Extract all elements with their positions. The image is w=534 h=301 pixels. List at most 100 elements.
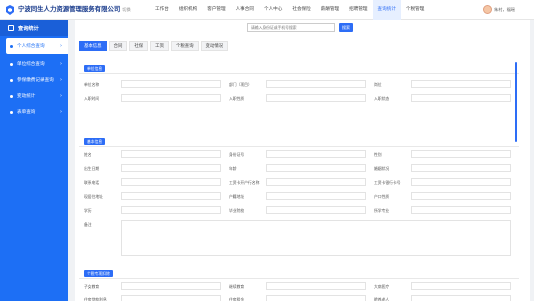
chevron-right-icon: › [60, 109, 62, 115]
field-value[interactable] [121, 282, 221, 290]
sidebar-item-label: 变动统计 [17, 94, 36, 99]
tab[interactable]: 基本信息 [79, 41, 107, 51]
sidebar-title: 查询统计 [18, 25, 39, 32]
query-icon [8, 25, 14, 31]
nav-item[interactable]: 个税管理 [401, 0, 429, 20]
field-label: 岗位 [374, 82, 382, 87]
tab[interactable]: 个税查询 [170, 41, 199, 51]
chevron-right-icon: › [60, 61, 62, 67]
bullet-icon [10, 94, 13, 98]
field-value[interactable] [266, 94, 366, 102]
field-label: 工资卡开户行名称 [229, 180, 260, 185]
notes-textarea[interactable] [121, 220, 511, 256]
chevron-right-icon: › [60, 43, 62, 49]
sidebar-header: 查询统计 [0, 20, 68, 36]
sidebar-item[interactable]: 个人综合查询 › [6, 38, 68, 54]
field-label: 工资卡银行卡号 [374, 180, 401, 185]
nav-item[interactable]: 人事合同 [231, 0, 259, 20]
field-value[interactable] [121, 178, 221, 186]
tab[interactable]: 变动情况 [200, 41, 229, 51]
user-name[interactable]: 朱村，福瑶 [494, 7, 515, 13]
field-label: 备注 [84, 222, 92, 227]
sidebar-item[interactable]: 表单查询 › [0, 104, 68, 120]
field-label: 出生日期 [84, 166, 100, 171]
section-divider [79, 73, 519, 74]
field-label: 年龄 [229, 166, 237, 171]
tab-bar: 基本信息 合同 社保 工资 个税查询 变动情况 [79, 41, 230, 51]
tab[interactable]: 工资 [150, 41, 169, 51]
field-value[interactable] [411, 178, 511, 186]
field-label: 入职状态 [374, 96, 390, 101]
field-value[interactable] [121, 192, 221, 200]
field-label: 继续教育 [229, 284, 245, 289]
tab[interactable]: 社保 [129, 41, 149, 51]
field-value[interactable] [266, 164, 366, 172]
sidebar-item-label: 单位综合查询 [17, 62, 45, 67]
field-value[interactable] [121, 94, 221, 102]
nav-item[interactable]: 组织机构 [174, 0, 202, 20]
field-value[interactable] [411, 282, 511, 290]
field-value[interactable] [121, 80, 221, 88]
field-label: 入职性质 [229, 96, 245, 101]
bullet-icon [10, 44, 13, 48]
chevron-right-icon: › [60, 93, 62, 99]
search-bar: 搜索 [247, 23, 353, 32]
field-label: 性别 [374, 152, 382, 157]
search-button[interactable]: 搜索 [339, 23, 353, 32]
field-value[interactable] [411, 206, 511, 214]
nav-item[interactable]: 个人中心 [259, 0, 287, 20]
field-value[interactable] [411, 94, 511, 102]
field-label: 入职时间 [84, 96, 100, 101]
section-divider [79, 278, 519, 279]
field-label: 住房租金 [229, 297, 245, 301]
field-value[interactable] [411, 164, 511, 172]
sidebar-item[interactable]: 变动统计 › [0, 88, 68, 104]
field-value[interactable] [266, 178, 366, 186]
field-label: 户口性质 [374, 194, 390, 199]
main-panel: 搜索 基本信息合同社保工资个税查询变动情况 单位信息单位名称 部门（项目） 岗位入职… [75, 20, 530, 301]
nav-item[interactable]: 查询统计 [372, 0, 401, 20]
field-value[interactable] [266, 206, 366, 214]
sidebar-item[interactable]: 参保缴费记录查询 › [0, 72, 68, 88]
field-label: 子女教育 [84, 284, 100, 289]
section-title: 单位信息 [84, 65, 106, 72]
field-value[interactable] [266, 295, 366, 301]
bullet-icon [10, 62, 13, 66]
field-value[interactable] [121, 206, 221, 214]
sidebar-item[interactable]: 单位综合查询 › [0, 56, 68, 72]
field-label: 单位名称 [84, 82, 100, 87]
search-input[interactable] [247, 23, 335, 32]
field-value[interactable] [121, 295, 221, 301]
top-bar: 宁波同生人力资源管理服务有限公司 切换 工作台 组织机构 客户管理 人事合同 个人中心 社会… [0, 0, 534, 20]
scrollbar[interactable] [515, 62, 517, 142]
field-label: 所学专业 [374, 208, 390, 213]
nav-item[interactable]: 招聘管理 [344, 0, 372, 20]
field-value[interactable] [411, 192, 511, 200]
field-label: 赡养老人 [374, 297, 390, 301]
sidebar-item-label: 个人综合查询 [17, 44, 45, 49]
field-label: 户籍地址 [229, 194, 245, 199]
section-title: 个税专项扣除 [84, 270, 113, 277]
bullet-icon [10, 110, 13, 114]
field-value[interactable] [266, 80, 366, 88]
field-value[interactable] [411, 295, 511, 301]
avatar[interactable] [483, 5, 492, 14]
nav-item[interactable]: 社会保险 [287, 0, 315, 20]
field-value[interactable] [266, 150, 366, 158]
sidebar-item-label: 表单查询 [17, 110, 36, 115]
field-value[interactable] [411, 80, 511, 88]
field-label: 学历 [84, 208, 92, 213]
tab[interactable]: 合同 [108, 41, 128, 51]
nav-item[interactable]: 薪酬管理 [316, 0, 344, 20]
field-value[interactable] [121, 164, 221, 172]
field-value[interactable] [266, 192, 366, 200]
field-label: 毕业院校 [229, 208, 245, 213]
field-label: 住房贷款利息 [84, 297, 107, 301]
nav-item[interactable]: 工作台 [150, 0, 174, 20]
nav-item[interactable]: 客户管理 [202, 0, 230, 20]
field-value[interactable] [411, 150, 511, 158]
field-label: 部门（项目） [229, 82, 252, 87]
field-value[interactable] [266, 282, 366, 290]
field-value[interactable] [121, 150, 221, 158]
switch-link[interactable]: 切换 [122, 7, 130, 12]
